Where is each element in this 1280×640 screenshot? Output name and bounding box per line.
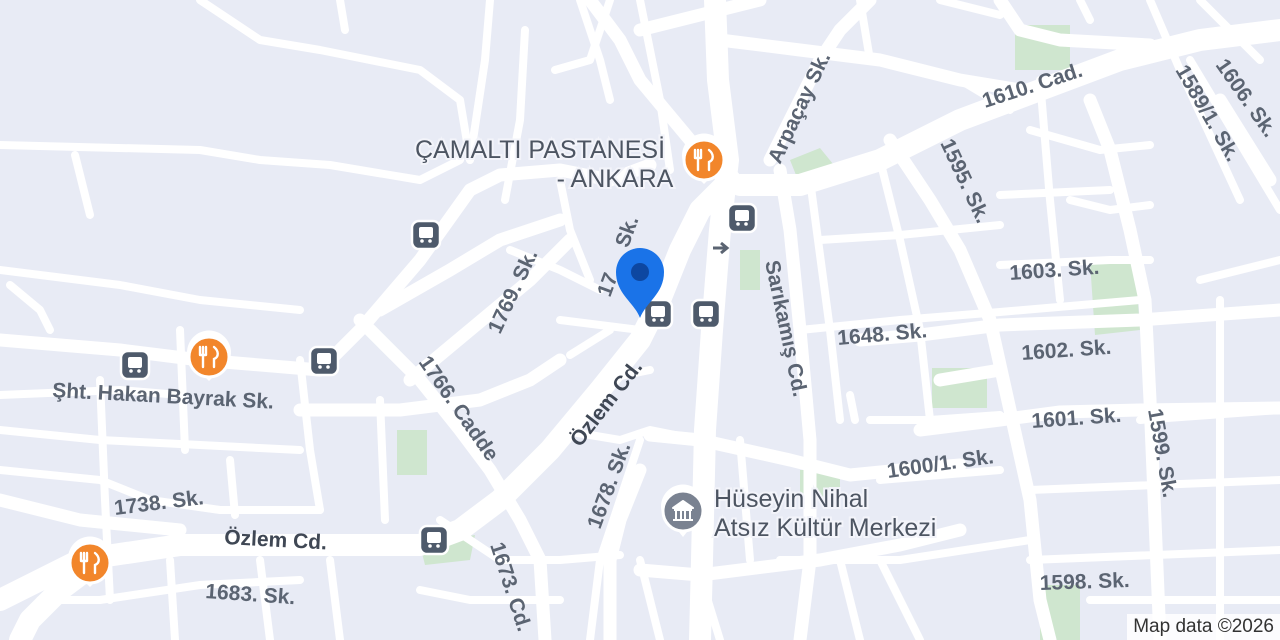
pastane-name-line2: - ANKARA: [557, 165, 674, 193]
bus-stop-icon[interactable]: [308, 345, 340, 377]
map-layer: 1610. Cad. Arpaçay Sk. 1595. Sk. 1606. S…: [0, 0, 1280, 640]
street-label: Arpaçay Sk.: [764, 48, 836, 167]
street-label: 1603. Sk.: [1009, 256, 1100, 285]
restaurant-icon[interactable]: [187, 330, 231, 381]
pastane-name-line1: ÇAMALTI PASTANESİ: [415, 135, 665, 164]
street-label: 1683. Sk.: [205, 580, 296, 609]
bus-stop-icon[interactable]: [119, 349, 151, 381]
kultur-merkezi-name-line2: Atsız Kültür Merkezi: [714, 514, 936, 542]
bus-stop-icon[interactable]: [418, 524, 450, 556]
bus-stop-icon[interactable]: [410, 219, 442, 251]
bus-stop-icon[interactable]: [726, 202, 758, 234]
street-label: Şht. Hakan Bayrak Sk.: [52, 379, 275, 414]
bus-stop-icon[interactable]: [690, 298, 722, 330]
street-label: 1769. Sk.: [484, 246, 543, 337]
street-label: 1601. Sk.: [1031, 404, 1122, 433]
map-canvas[interactable]: 1610. Cad. Arpaçay Sk. 1595. Sk. 1606. S…: [0, 0, 1280, 640]
kultur-merkezi-name-line1: Hüseyin Nihal: [714, 485, 868, 513]
street-label: 1602. Sk.: [1021, 336, 1112, 365]
map-attribution[interactable]: Map data ©2026: [1127, 614, 1280, 640]
street-label: 1673. Cd.: [485, 539, 535, 634]
street-label: 1598. Sk.: [1039, 569, 1130, 595]
